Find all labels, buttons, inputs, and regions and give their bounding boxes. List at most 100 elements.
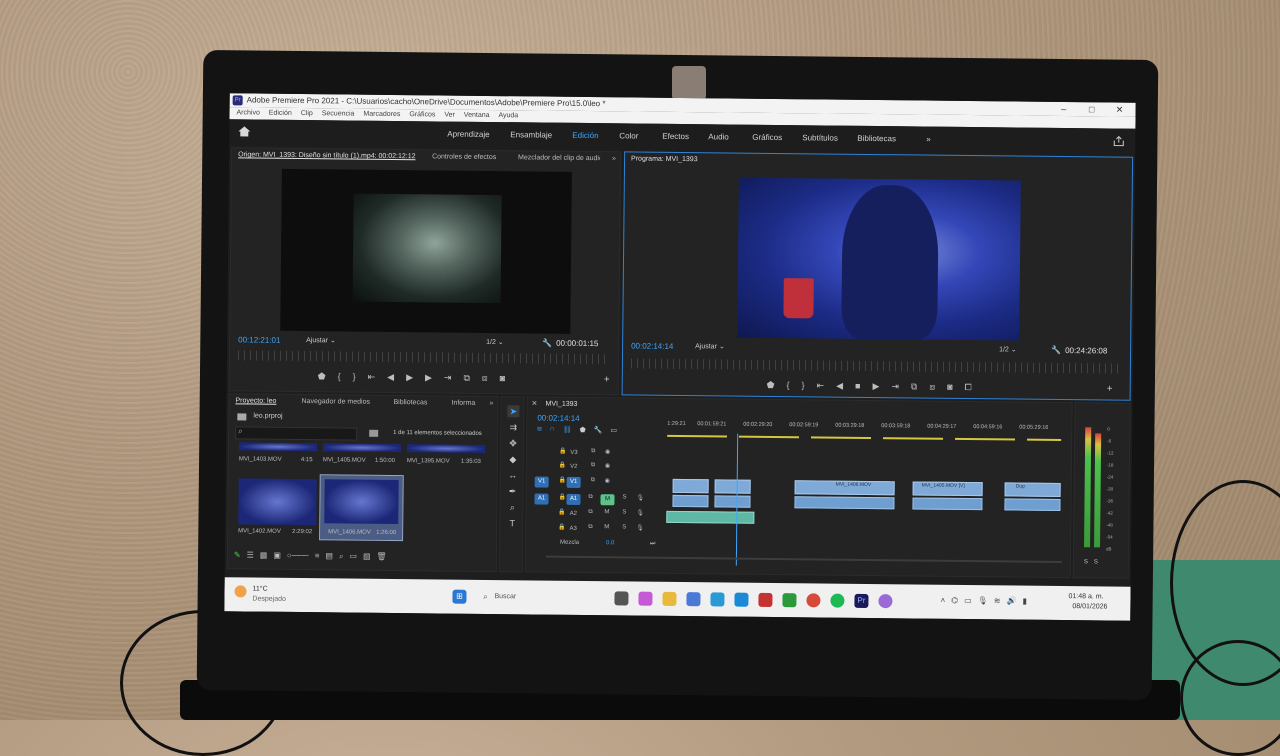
- tab-project[interactable]: Proyecto: leo: [235, 394, 276, 408]
- wifi-icon[interactable]: ≋: [994, 596, 1001, 605]
- razor-tool-icon[interactable]: ◆: [507, 453, 519, 465]
- program-resolution-dropdown[interactable]: 1/2 ⌄: [999, 345, 1017, 353]
- timeline-timecode[interactable]: 00:02:14:14: [537, 414, 579, 423]
- add-button-icon[interactable]: +: [1107, 383, 1113, 394]
- workspace-efectos[interactable]: Efectos: [662, 132, 689, 141]
- new-bin-icon[interactable]: ▭: [349, 552, 357, 562]
- hand-tool-icon[interactable]: ⌕: [506, 501, 518, 513]
- project-thumb[interactable]: [238, 442, 318, 452]
- source-patch-a1[interactable]: A1: [534, 493, 549, 505]
- go-to-out-icon[interactable]: ⇥: [444, 373, 452, 387]
- clock-date[interactable]: 08/01/2026: [1072, 603, 1107, 610]
- video-clip[interactable]: [714, 479, 751, 494]
- track-label[interactable]: V1: [566, 476, 581, 488]
- wrench-icon[interactable]: 🔧: [1051, 346, 1061, 355]
- xbox-icon[interactable]: [782, 593, 797, 608]
- tab-media-browser[interactable]: Navegador de medios: [301, 395, 370, 410]
- workspace-ensamblaje[interactable]: Ensamblaje: [510, 130, 552, 139]
- tab-effect-controls[interactable]: Controles de efectos: [432, 150, 496, 165]
- wrench-icon[interactable]: 🔧: [542, 339, 552, 348]
- selection-tool-icon[interactable]: ➤: [507, 405, 520, 418]
- trash-icon[interactable]: 🗑: [377, 552, 387, 562]
- menu-marcadores[interactable]: Marcadores: [363, 111, 400, 118]
- project-thumb[interactable]: [322, 443, 402, 453]
- workspace-audio[interactable]: Audio: [708, 132, 729, 141]
- video-clip[interactable]: [672, 478, 709, 494]
- minimize-button[interactable]: –: [1052, 102, 1076, 116]
- close-button[interactable]: ✕: [1108, 102, 1132, 116]
- captions-icon[interactable]: ▭: [610, 426, 617, 434]
- track-label[interactable]: A3: [566, 524, 580, 535]
- step-back-icon[interactable]: ◀: [387, 372, 394, 386]
- find-icon[interactable]: ⌕: [339, 551, 344, 561]
- timeline-close-icon[interactable]: ✕: [531, 397, 537, 411]
- mark-out-icon[interactable]: }: [801, 380, 805, 394]
- mic-icon[interactable]: 🎙: [636, 495, 644, 502]
- mic-icon[interactable]: 🎙: [978, 596, 988, 605]
- tab-source[interactable]: Origen: MVI_1393: Diseño sin título (1).…: [238, 148, 416, 164]
- automate-icon[interactable]: ▤: [325, 551, 333, 561]
- app-icon[interactable]: [758, 592, 773, 607]
- teams-icon[interactable]: [686, 592, 701, 607]
- tab-libraries[interactable]: Bibliotecas: [393, 396, 427, 410]
- program-time-ruler[interactable]: [630, 358, 1121, 374]
- premiere-taskbar-icon[interactable]: Pr: [854, 593, 869, 608]
- menu-ver[interactable]: Ver: [444, 112, 455, 119]
- solo-button[interactable]: S: [622, 509, 626, 515]
- sync-icon[interactable]: ⧉: [591, 477, 595, 484]
- project-search-input[interactable]: ⌕: [235, 426, 358, 441]
- new-item-icon[interactable]: ▧: [363, 552, 371, 562]
- source-resolution-dropdown[interactable]: 1/2 ⌄: [486, 338, 504, 346]
- lock-icon[interactable]: 🔒: [559, 462, 567, 469]
- freeform-view-icon[interactable]: ▣: [273, 551, 281, 561]
- menu-graficos[interactable]: Gráficos: [409, 111, 435, 118]
- eye-icon[interactable]: ◉: [605, 462, 610, 469]
- task-view-icon[interactable]: [614, 591, 629, 606]
- menu-edicion[interactable]: Edición: [269, 110, 292, 117]
- camera-icon[interactable]: ◙: [500, 373, 506, 387]
- step-forward-icon[interactable]: ▶: [872, 381, 879, 395]
- mute-button[interactable]: M: [604, 509, 609, 515]
- add-marker-icon[interactable]: ⬟: [580, 426, 586, 434]
- workspace-edicion[interactable]: Edición: [572, 131, 598, 140]
- menu-archivo[interactable]: Archivo: [236, 109, 259, 116]
- source-fit-dropdown[interactable]: Ajustar ⌄: [306, 336, 336, 344]
- timeline-scrollbar[interactable]: [545, 555, 1062, 564]
- chrome-icon[interactable]: [806, 593, 821, 608]
- go-to-in-icon[interactable]: ⇤: [816, 380, 825, 394]
- tab-program[interactable]: Programa: MVI_1393: [631, 152, 698, 167]
- menu-ayuda[interactable]: Ayuda: [498, 112, 518, 119]
- spotify-icon[interactable]: [830, 593, 845, 608]
- lift-icon[interactable]: ⧉: [911, 381, 918, 395]
- solo-right-button[interactable]: S: [1094, 559, 1098, 565]
- sync-icon[interactable]: ⧉: [588, 494, 592, 501]
- lock-icon[interactable]: 🔒: [558, 494, 566, 501]
- solo-button[interactable]: S: [622, 494, 626, 500]
- solo-button[interactable]: S: [622, 524, 626, 530]
- sync-icon[interactable]: ⧉: [591, 448, 595, 455]
- file-explorer-icon[interactable]: [662, 591, 677, 606]
- track-label[interactable]: A2: [566, 509, 580, 520]
- workspace-more-button[interactable]: »: [926, 135, 931, 144]
- program-timecode[interactable]: 00:02:14:14: [631, 341, 673, 350]
- edge-icon[interactable]: [710, 592, 725, 607]
- video-clip[interactable]: Dup: [1004, 482, 1061, 497]
- clock-time[interactable]: 01:48 a. m.: [1068, 593, 1103, 600]
- audio-clip[interactable]: [714, 495, 751, 508]
- mix-end-icon[interactable]: ⏭: [650, 541, 655, 548]
- workspace-color[interactable]: Color: [619, 131, 638, 140]
- lock-icon[interactable]: 🔒: [559, 448, 567, 455]
- mix-value[interactable]: 0.0: [606, 540, 614, 546]
- zoom-slider[interactable]: ○───: [287, 551, 309, 561]
- audio-clip[interactable]: [912, 497, 983, 511]
- tabs-more-button[interactable]: »: [612, 152, 616, 166]
- program-fit-dropdown[interactable]: Ajustar ⌄: [695, 342, 725, 350]
- new-bin-icon[interactable]: [369, 429, 379, 437]
- overwrite-icon[interactable]: ⧈: [482, 373, 488, 387]
- search-icon[interactable]: ⌕: [478, 590, 492, 604]
- track-label[interactable]: V2: [567, 462, 581, 473]
- source-timecode[interactable]: 00:12:21:01: [238, 335, 280, 344]
- marker-icon[interactable]: ⬟: [767, 380, 775, 394]
- tabs-more-button[interactable]: »: [489, 397, 493, 411]
- weather-icon[interactable]: [234, 585, 247, 598]
